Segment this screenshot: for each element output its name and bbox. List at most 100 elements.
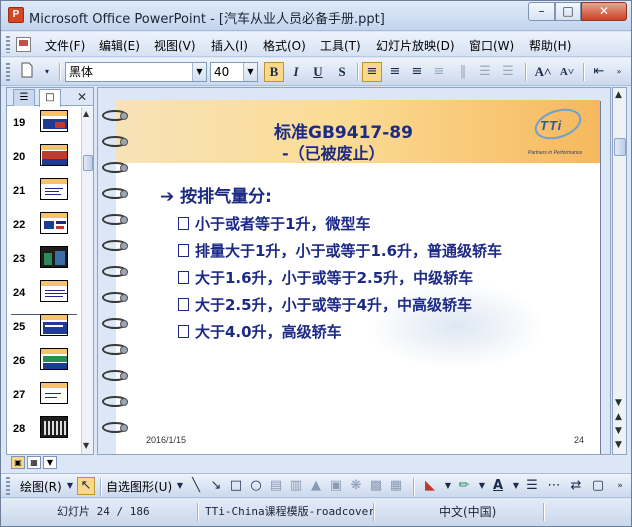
thumbnail-slide-22[interactable]: 22 bbox=[7, 209, 81, 243]
scroll-thumb[interactable] bbox=[614, 138, 626, 156]
numbering-icon[interactable]: ☰ bbox=[475, 62, 495, 82]
bold-button[interactable]: B bbox=[264, 62, 284, 82]
align-right-button[interactable]: ≡ bbox=[407, 62, 427, 82]
scroll-thumb[interactable] bbox=[83, 155, 93, 171]
normal-view-icon[interactable]: ▣ bbox=[11, 456, 25, 469]
vertical-text-box-icon[interactable]: ▥ bbox=[287, 477, 305, 495]
sub-bullet-item[interactable]: 大于1.6升，小于或等于2.5升，中级轿车 bbox=[178, 267, 473, 288]
sub-bullet-item[interactable]: 排量大于1升，小于或等于1.6升，普通级轿车 bbox=[178, 240, 502, 261]
scroll-down-icon[interactable]: ▼ bbox=[615, 398, 622, 408]
line-style-icon[interactable]: ☰ bbox=[523, 477, 541, 495]
maximize-button[interactable]: □ bbox=[555, 2, 581, 21]
powerpoint-app-icon[interactable]: P bbox=[8, 7, 24, 23]
menu-edit[interactable]: 编辑(E) bbox=[99, 37, 140, 54]
font-name-combo[interactable]: 黑体 ▼ bbox=[65, 62, 207, 82]
thumbnail-scrollbar[interactable]: ▲ ▼ bbox=[81, 107, 93, 454]
slide-subtitle[interactable]: -（已被废止） bbox=[282, 140, 385, 164]
shadow-button[interactable]: S bbox=[332, 62, 352, 82]
menu-help[interactable]: 帮助(H) bbox=[529, 37, 571, 54]
text-box-icon[interactable]: ▤ bbox=[267, 477, 285, 495]
rectangle-icon[interactable]: □ bbox=[227, 477, 245, 495]
menubar-grip[interactable] bbox=[6, 36, 10, 53]
draw-menu-button[interactable]: 绘图(R) bbox=[20, 478, 62, 495]
shadow-style-icon[interactable]: ▢ bbox=[589, 477, 607, 495]
arrow-icon[interactable]: ↘ bbox=[207, 477, 225, 495]
thumbnail-slide-21[interactable]: 21 bbox=[7, 175, 81, 209]
line-icon[interactable]: ╲ bbox=[187, 477, 205, 495]
title-bar[interactable]: P Microsoft Office PowerPoint - [汽车从业人员必… bbox=[1, 1, 631, 31]
slideshow-view-icon[interactable]: ▼ bbox=[43, 456, 57, 469]
slides-tab-icon[interactable]: □ bbox=[39, 89, 61, 107]
center-button[interactable]: ≡ bbox=[385, 62, 405, 82]
scroll-up-icon[interactable]: ▲ bbox=[615, 90, 622, 100]
font-size-dropdown-icon[interactable]: ▼ bbox=[243, 63, 257, 81]
line-color-icon[interactable]: ✏ bbox=[455, 477, 473, 495]
close-button[interactable]: ✕ bbox=[581, 2, 627, 21]
slide-date[interactable]: 2016/1/15 bbox=[146, 435, 186, 445]
decrease-font-size-button[interactable]: A˅ bbox=[557, 62, 577, 82]
next-slide-icon[interactable]: ▼ bbox=[615, 426, 622, 436]
select-objects-icon[interactable]: ↖ bbox=[77, 477, 95, 495]
menu-slideshow[interactable]: 幻灯片放映(D) bbox=[376, 37, 455, 54]
toolbar-options-icon[interactable]: ▾ bbox=[37, 62, 57, 82]
menu-file[interactable]: 文件(F) bbox=[45, 37, 85, 54]
slide-sorter-view-icon[interactable]: ▦ bbox=[27, 456, 41, 469]
panel-close-icon[interactable]: ✕ bbox=[77, 90, 87, 104]
column-text-icon[interactable]: ‖ bbox=[453, 62, 473, 82]
thumbnail-slide-26[interactable]: 26 bbox=[7, 345, 81, 379]
main-bullet[interactable]: ➔ 按排气量分: bbox=[160, 182, 272, 207]
menu-format[interactable]: 格式(O) bbox=[263, 37, 306, 54]
current-slide[interactable]: 标准GB9417-89 -（已被废止） TTi Partners in Perf… bbox=[116, 100, 600, 454]
slide-editing-area[interactable]: 标准GB9417-89 -（已被废止） TTi Partners in Perf… bbox=[97, 87, 611, 455]
thumbnail-list[interactable]: 19 20 21 22 23 24 25 26 27 28 bbox=[7, 107, 81, 454]
next-slide-double-icon[interactable]: ▼ bbox=[615, 440, 622, 450]
thumbnail-slide-28[interactable]: 28 bbox=[7, 413, 81, 447]
thumbnail-slide-20[interactable]: 20 bbox=[7, 141, 81, 175]
thumbnail-slide-27[interactable]: 27 bbox=[7, 379, 81, 413]
sub-bullet-item[interactable]: 大于4.0升，高级轿车 bbox=[178, 321, 342, 342]
drawbar-overflow-icon[interactable]: » bbox=[611, 477, 629, 495]
arrow-style-icon[interactable]: ⇄ bbox=[567, 477, 585, 495]
menu-view[interactable]: 视图(V) bbox=[154, 37, 196, 54]
sub-bullet-item[interactable]: 大于2.5升，小于或等于4升，中高级轿车 bbox=[178, 294, 472, 315]
align-left-button[interactable]: ≡ bbox=[362, 62, 382, 82]
thumbnail-slide-24-selected[interactable]: 24 bbox=[7, 277, 81, 311]
drawbar-grip[interactable] bbox=[6, 477, 10, 495]
document-menu-icon[interactable] bbox=[16, 37, 31, 52]
menu-window[interactable]: 窗口(W) bbox=[469, 37, 514, 54]
scroll-up-icon[interactable]: ▲ bbox=[83, 109, 89, 118]
previous-slide-icon[interactable]: ▲ bbox=[615, 412, 622, 422]
clip-art-icon[interactable]: ❋ bbox=[347, 477, 365, 495]
thumbnail-slide-25[interactable]: 25 bbox=[7, 311, 81, 345]
toolbar-overflow-icon[interactable]: » bbox=[609, 62, 629, 82]
autoshapes-button[interactable]: 自选图形(U) bbox=[106, 478, 172, 495]
menu-insert[interactable]: 插入(I) bbox=[211, 37, 248, 54]
thumbnail-slide-23[interactable]: 23 bbox=[7, 243, 81, 277]
new-document-icon[interactable] bbox=[17, 62, 37, 82]
minimize-button[interactable]: – bbox=[528, 2, 555, 21]
indent-icon[interactable]: ⇤ bbox=[589, 62, 609, 82]
font-size-combo[interactable]: 40 ▼ bbox=[210, 62, 258, 82]
italic-button[interactable]: I bbox=[286, 62, 306, 82]
underline-button[interactable]: U bbox=[308, 62, 328, 82]
bullets-icon[interactable]: ☰ bbox=[498, 62, 518, 82]
dash-style-icon[interactable]: ⋯ bbox=[545, 477, 563, 495]
slide-number[interactable]: 24 bbox=[574, 435, 584, 445]
sub-bullet-item[interactable]: 小于或者等于1升，微型车 bbox=[178, 213, 370, 234]
scroll-down-icon[interactable]: ▼ bbox=[83, 441, 89, 450]
toolbar-grip[interactable] bbox=[6, 63, 10, 81]
increase-font-size-button[interactable]: A˄ bbox=[533, 62, 553, 82]
font-color-icon[interactable]: A bbox=[489, 477, 507, 495]
distribute-icon[interactable]: ≡ bbox=[429, 62, 449, 82]
picture-icon[interactable]: ▩ bbox=[367, 477, 385, 495]
fill-color-icon[interactable]: ◣ bbox=[421, 477, 439, 495]
oval-icon[interactable]: ○ bbox=[247, 477, 265, 495]
outline-tab-icon[interactable]: ☰ bbox=[13, 89, 35, 106]
diagram-icon[interactable]: ▣ bbox=[327, 477, 345, 495]
thumbnail-slide-19[interactable]: 19 bbox=[7, 107, 81, 141]
wordart-icon[interactable]: ▲ bbox=[307, 477, 325, 495]
insert-picture-icon[interactable]: ▦ bbox=[387, 477, 405, 495]
menu-tools[interactable]: 工具(T) bbox=[320, 37, 361, 54]
font-dropdown-icon[interactable]: ▼ bbox=[192, 63, 206, 81]
slide-scrollbar[interactable]: ▲ ▼ ▲ ▼ ▼ bbox=[612, 87, 627, 455]
